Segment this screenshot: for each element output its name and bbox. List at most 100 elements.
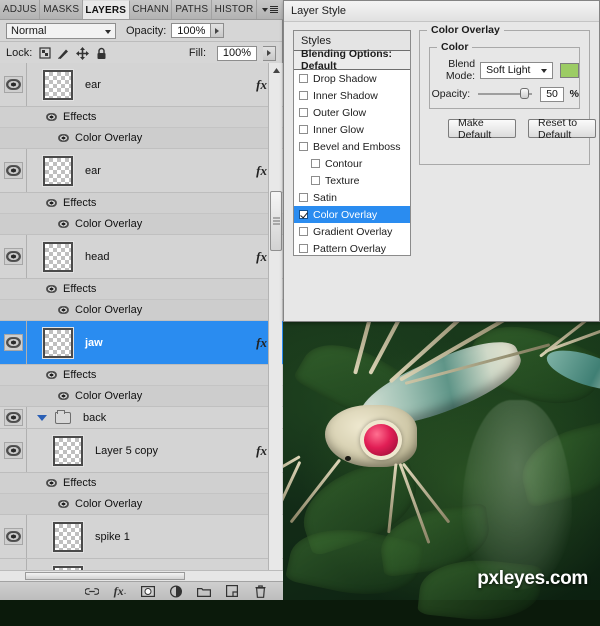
eye-icon[interactable] bbox=[46, 113, 57, 121]
effect-row[interactable]: Color Overlay bbox=[0, 300, 283, 321]
style-item-satin[interactable]: Satin bbox=[294, 189, 410, 206]
opacity-input[interactable]: 50 bbox=[540, 86, 564, 102]
add-layer-mask-icon[interactable] bbox=[141, 585, 155, 598]
style-item-outer-glow[interactable]: Outer Glow bbox=[294, 104, 410, 121]
style-checkbox[interactable] bbox=[299, 142, 308, 151]
layer-thumbnail[interactable] bbox=[43, 155, 73, 186]
layer-list[interactable]: ear fx Effects Color Overlay ear fx Effects Col… bbox=[0, 63, 283, 581]
layer-visibility-toggle[interactable] bbox=[0, 63, 26, 106]
opacity-slider[interactable] bbox=[478, 88, 533, 99]
style-checkbox[interactable] bbox=[299, 244, 308, 253]
layer-group-row[interactable]: back bbox=[0, 407, 283, 429]
lock-image-pixels-icon[interactable] bbox=[57, 47, 70, 60]
style-item-color-overlay[interactable]: Color Overlay bbox=[294, 206, 410, 223]
tab-masks[interactable]: MASKS bbox=[40, 0, 83, 19]
layer-row[interactable]: jaw fx bbox=[0, 321, 283, 365]
style-checkbox[interactable] bbox=[299, 74, 308, 83]
layer-visibility-toggle[interactable] bbox=[0, 235, 26, 278]
layer-row[interactable]: Layer 5 copy fx bbox=[0, 429, 283, 473]
make-default-button[interactable]: Make Default bbox=[448, 117, 516, 141]
group-expand-arrow-icon[interactable] bbox=[37, 414, 47, 421]
effects-row[interactable]: Effects bbox=[0, 279, 283, 300]
effect-row[interactable]: Color Overlay bbox=[0, 214, 283, 235]
style-checkbox[interactable] bbox=[311, 176, 320, 185]
layer-visibility-toggle[interactable] bbox=[0, 429, 26, 472]
reset-to-default-button[interactable]: Reset to Default bbox=[528, 117, 596, 141]
scrollbar-thumb[interactable] bbox=[270, 191, 282, 251]
dialog-title-bar[interactable]: Layer Style bbox=[284, 1, 599, 22]
styles-list[interactable]: Styles Blending Options: Default Drop Sh… bbox=[293, 30, 411, 256]
layer-row[interactable]: head fx bbox=[0, 235, 283, 279]
eye-icon[interactable] bbox=[58, 392, 69, 400]
style-checkbox[interactable] bbox=[311, 159, 320, 168]
layer-style-dialog[interactable]: Layer Style Styles Blending Options: Def… bbox=[283, 0, 600, 322]
style-item-pattern-overlay[interactable]: Pattern Overlay bbox=[294, 240, 410, 255]
layer-row[interactable]: spike 1 bbox=[0, 515, 283, 559]
eye-icon[interactable] bbox=[58, 134, 69, 142]
style-item-drop-shadow[interactable]: Drop Shadow bbox=[294, 70, 410, 87]
style-checkbox[interactable] bbox=[299, 125, 308, 134]
layer-thumbnail[interactable] bbox=[43, 241, 73, 272]
blend-mode-select[interactable]: Soft Light bbox=[480, 61, 553, 79]
blend-mode-select[interactable]: Normal bbox=[6, 22, 116, 39]
eye-icon[interactable] bbox=[46, 199, 57, 207]
group-visibility-toggle[interactable] bbox=[0, 407, 26, 428]
layer-row[interactable]: ear fx bbox=[0, 63, 283, 107]
style-checkbox[interactable] bbox=[299, 91, 308, 100]
style-item-texture[interactable]: Texture bbox=[294, 172, 410, 189]
opacity-stepper[interactable] bbox=[211, 23, 225, 38]
tab-history[interactable]: HISTOR bbox=[212, 0, 257, 19]
scroll-up-arrow-icon[interactable] bbox=[269, 63, 283, 77]
effect-row[interactable]: Color Overlay bbox=[0, 128, 283, 149]
effects-row[interactable]: Effects bbox=[0, 365, 283, 386]
effects-row[interactable]: Effects bbox=[0, 473, 283, 494]
fill-input[interactable]: 100% bbox=[217, 45, 257, 61]
style-checkbox[interactable] bbox=[299, 210, 308, 219]
layer-row[interactable]: ear fx bbox=[0, 149, 283, 193]
opacity-slider-knob[interactable] bbox=[520, 88, 530, 99]
style-checkbox[interactable] bbox=[299, 227, 308, 236]
style-item-contour[interactable]: Contour bbox=[294, 155, 410, 172]
new-layer-icon[interactable] bbox=[225, 585, 239, 598]
layers-horizontal-scrollbar[interactable] bbox=[0, 570, 283, 581]
eye-icon[interactable] bbox=[58, 306, 69, 314]
eye-icon[interactable] bbox=[58, 220, 69, 228]
effects-row[interactable]: Effects bbox=[0, 193, 283, 214]
effect-row[interactable]: Color Overlay bbox=[0, 386, 283, 407]
tab-paths[interactable]: PATHS bbox=[172, 0, 213, 19]
layers-vertical-scrollbar[interactable] bbox=[268, 63, 282, 581]
style-checkbox[interactable] bbox=[299, 193, 308, 202]
new-group-icon[interactable] bbox=[197, 585, 211, 598]
lock-transparent-pixels-icon[interactable] bbox=[38, 47, 51, 60]
fill-stepper[interactable] bbox=[263, 45, 276, 61]
tab-layers[interactable]: LAYERS bbox=[82, 0, 130, 19]
opacity-input[interactable]: 100% bbox=[171, 23, 212, 38]
eye-icon[interactable] bbox=[46, 371, 57, 379]
tab-adjustments[interactable]: ADJUS bbox=[0, 0, 41, 19]
tab-channels[interactable]: CHANN bbox=[129, 0, 173, 19]
layer-thumbnail[interactable] bbox=[43, 327, 73, 358]
color-swatch[interactable] bbox=[559, 62, 579, 78]
eye-icon[interactable] bbox=[58, 500, 69, 508]
style-item-bevel-and-emboss[interactable]: Bevel and Emboss bbox=[294, 138, 410, 155]
style-checkbox[interactable] bbox=[299, 108, 308, 117]
style-item-inner-glow[interactable]: Inner Glow bbox=[294, 121, 410, 138]
layer-thumbnail[interactable] bbox=[43, 69, 73, 100]
layer-visibility-toggle[interactable] bbox=[0, 149, 26, 192]
eye-icon[interactable] bbox=[46, 479, 57, 487]
add-layer-style-icon[interactable]: fx. bbox=[113, 584, 127, 598]
link-layers-icon[interactable] bbox=[85, 585, 99, 598]
eye-icon[interactable] bbox=[46, 285, 57, 293]
layer-thumbnail[interactable] bbox=[53, 435, 83, 466]
blending-options-item[interactable]: Blending Options: Default bbox=[294, 48, 410, 72]
new-adjustment-layer-icon[interactable] bbox=[169, 585, 183, 598]
layer-visibility-toggle[interactable] bbox=[0, 515, 26, 558]
hscrollbar-thumb[interactable] bbox=[25, 572, 185, 580]
style-item-gradient-overlay[interactable]: Gradient Overlay bbox=[294, 223, 410, 240]
panel-menu-button[interactable] bbox=[257, 0, 283, 19]
delete-layer-icon[interactable] bbox=[253, 584, 267, 598]
style-item-inner-shadow[interactable]: Inner Shadow bbox=[294, 87, 410, 104]
lock-all-icon[interactable] bbox=[95, 47, 108, 60]
layer-thumbnail[interactable] bbox=[53, 521, 83, 552]
lock-position-icon[interactable] bbox=[76, 46, 90, 60]
